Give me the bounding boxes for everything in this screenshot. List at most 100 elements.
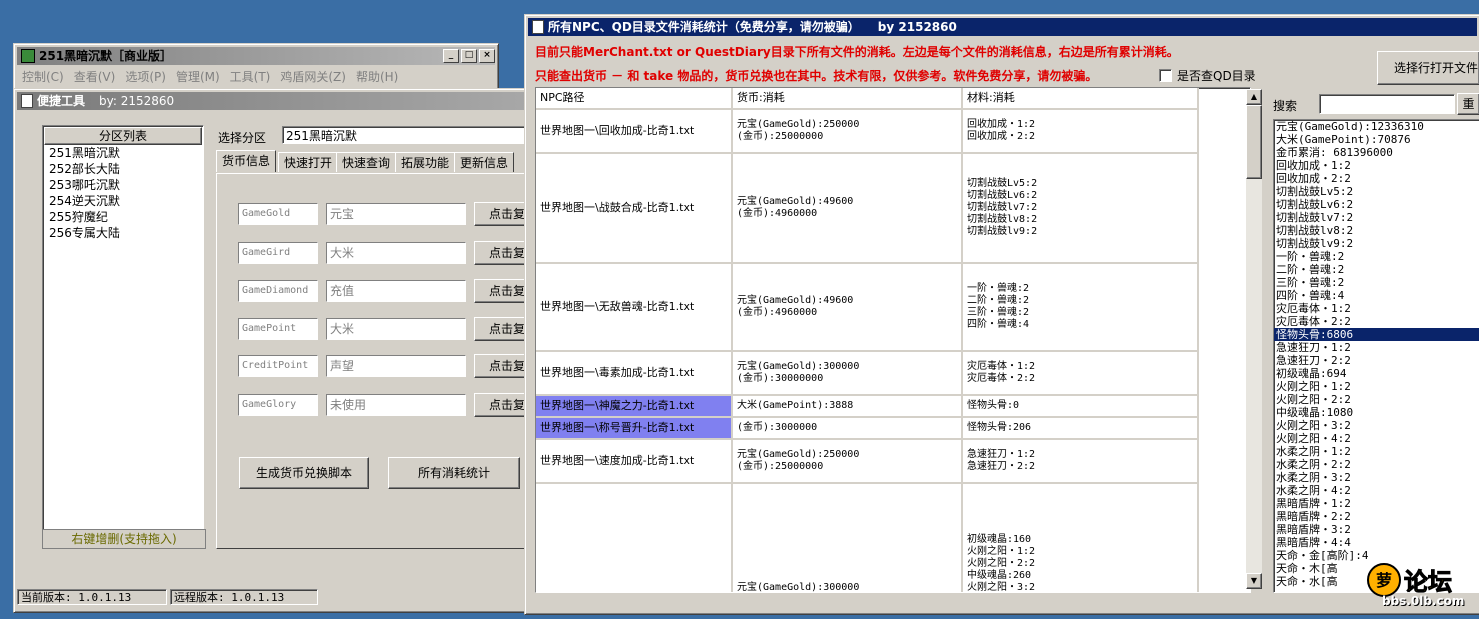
npc-path-cell[interactable]: 世界地图一\称号晋升-比奇1.txt	[536, 417, 733, 440]
generate-script-button[interactable]: 生成货币兑换脚本	[239, 457, 369, 489]
npc-path-cell[interactable]: 世界地图一\速度加成-比奇1.txt	[536, 439, 733, 484]
npc-path-cell[interactable]: 世界地图一\神魔之力-比奇1.txt	[536, 395, 733, 418]
table-row[interactable]: 世界地图一\毒素加成-比奇1.txt 元宝(GameGold):300000 (金币…	[536, 351, 1199, 396]
partition-item[interactable]: 255狩魔纪	[45, 209, 200, 225]
main-window-titlebar[interactable]: 251黑暗沉默［商业版］ _ □ ×	[17, 47, 495, 65]
tool-window-titlebar[interactable]: 便捷工具 by: 2152860	[17, 92, 531, 110]
menu-item[interactable]: 管理(M)	[176, 70, 220, 84]
close-icon[interactable]: ×	[479, 49, 495, 63]
currency-key-field[interactable]: GameGlory	[238, 394, 318, 416]
search-input[interactable]	[1319, 94, 1455, 114]
column-header[interactable]: NPC路径	[536, 88, 733, 110]
totals-item[interactable]: 二阶・兽魂:2	[1274, 263, 1479, 276]
currency-cell[interactable]: 元宝(GameGold):300000	[732, 483, 963, 592]
totals-item[interactable]: 黑暗盾牌・4:4	[1274, 536, 1479, 549]
npc-path-cell[interactable]: 世界地图一\战鼓合成-比奇1.txt	[536, 153, 733, 264]
totals-item[interactable]: 水柔之阴・4:2	[1274, 484, 1479, 497]
totals-item[interactable]: 急速狂刀・1:2	[1274, 341, 1479, 354]
currency-key-field[interactable]: GameGird	[238, 242, 318, 264]
partition-item[interactable]: 252部长大陆	[45, 161, 200, 177]
totals-item[interactable]: 水柔之阴・1:2	[1274, 445, 1479, 458]
table-row[interactable]: 世界地图一\战鼓合成-比奇1.txt 元宝(GameGold):49600 (金币)…	[536, 153, 1199, 264]
currency-value-field[interactable]: 声望	[326, 355, 466, 377]
currency-key-field[interactable]: GameGold	[238, 203, 318, 225]
totals-item[interactable]: 黑暗盾牌・3:2	[1274, 523, 1479, 536]
totals-item[interactable]: 初级魂晶:694	[1274, 367, 1479, 380]
totals-item[interactable]: 火刚之阳・3:2	[1274, 419, 1479, 432]
npc-path-cell[interactable]: 世界地图一\回收加成-比奇1.txt	[536, 109, 733, 154]
totals-item[interactable]: 三阶・兽魂:2	[1274, 276, 1479, 289]
totals-item[interactable]: 黑暗盾牌・2:2	[1274, 510, 1479, 523]
material-cell[interactable]: 回收加成・1:2 回收加成・2:2	[962, 109, 1199, 154]
totals-item[interactable]: 水柔之阴・3:2	[1274, 471, 1479, 484]
tab-currency[interactable]: 货币信息	[216, 150, 277, 172]
select-partition-input[interactable]: 251黑暗沉默	[282, 126, 530, 144]
totals-item[interactable]: 火刚之阳・1:2	[1274, 380, 1479, 393]
totals-item[interactable]: 急速狂刀・2:2	[1274, 354, 1479, 367]
totals-item[interactable]: 一阶・兽魂:2	[1274, 250, 1479, 263]
currency-value-field[interactable]: 元宝	[326, 203, 466, 225]
qd-checkbox[interactable]: 是否查QD目录	[1159, 67, 1256, 84]
totals-item[interactable]: 怪物头骨:6806	[1274, 328, 1479, 341]
partition-item[interactable]: 251黑暗沉默	[45, 145, 200, 161]
maximize-icon[interactable]: □	[461, 49, 477, 63]
stats-window-titlebar[interactable]: 所有NPC、QD目录文件消耗统计（免费分享，请勿被骗） by 2152860	[528, 18, 1477, 36]
totals-item[interactable]: 四阶・兽魂:4	[1274, 289, 1479, 302]
table-row[interactable]: 世界地图一\称号晋升-比奇1.txt (金币):3000000 怪物头骨:206	[536, 417, 1199, 440]
table-row[interactable]: 元宝(GameGold):300000 初级魂晶:160 火刚之阳・1:2 火刚之阳・…	[536, 483, 1199, 592]
totals-item[interactable]: 切割战鼓Lv6:2	[1274, 198, 1479, 211]
menu-item[interactable]: 鸡盾网关(Z)	[280, 70, 346, 84]
totals-item[interactable]: 切割战鼓Lv5:2	[1274, 185, 1479, 198]
currency-key-field[interactable]: GamePoint	[238, 318, 318, 340]
tab-quick-query[interactable]: 快速查询	[336, 152, 397, 172]
scroll-down-icon[interactable]: ▼	[1246, 573, 1262, 589]
table-row[interactable]: 世界地图一\无敌兽魂-比奇1.txt 元宝(GameGold):49600 (金币)…	[536, 263, 1199, 352]
material-cell[interactable]: 切割战鼓Lv5:2 切割战鼓Lv6:2 切割战鼓lv7:2 切割战鼓lv8:2 切割战鼓…	[962, 153, 1199, 264]
column-header[interactable]: 材料:消耗	[962, 88, 1199, 110]
currency-cell[interactable]: (金币):3000000	[732, 417, 963, 440]
npc-path-cell[interactable]	[536, 483, 733, 592]
menu-item[interactable]: 选项(P)	[125, 70, 166, 84]
totals-item[interactable]: 金币累消: 681396000	[1274, 146, 1479, 159]
menu-item[interactable]: 帮助(H)	[356, 70, 398, 84]
totals-item[interactable]: 水柔之阴・2:2	[1274, 458, 1479, 471]
all-stats-button[interactable]: 所有消耗统计	[388, 457, 520, 489]
stats-table[interactable]: NPC路径 货币:消耗 材料:消耗 世界地图一\回收加成-比奇1.txt 元宝(Game…	[535, 87, 1251, 593]
search-button[interactable]: 重	[1457, 93, 1479, 115]
scroll-up-icon[interactable]: ▲	[1246, 89, 1262, 105]
currency-key-field[interactable]: CreditPoint	[238, 355, 318, 377]
tab-quick-open[interactable]: 快速打开	[278, 152, 339, 172]
column-header[interactable]: 货币:消耗	[732, 88, 963, 110]
checkbox-box[interactable]	[1159, 69, 1172, 82]
npc-path-cell[interactable]: 世界地图一\无敌兽魂-比奇1.txt	[536, 263, 733, 352]
totals-item[interactable]: 黑暗盾牌・1:2	[1274, 497, 1479, 510]
totals-item[interactable]: 中级魂晶:1080	[1274, 406, 1479, 419]
table-scrollbar[interactable]: ▲ ▼	[1246, 89, 1262, 589]
npc-path-cell[interactable]: 世界地图一\毒素加成-比奇1.txt	[536, 351, 733, 396]
material-cell[interactable]: 怪物头骨:206	[962, 417, 1199, 440]
material-cell[interactable]: 急速狂刀・1:2 急速狂刀・2:2	[962, 439, 1199, 484]
open-file-button[interactable]: 选择行打开文件	[1377, 51, 1479, 85]
material-cell[interactable]: 灾厄毒体・1:2 灾厄毒体・2:2	[962, 351, 1199, 396]
currency-value-field[interactable]: 充值	[326, 280, 466, 302]
table-row[interactable]: 世界地图一\回收加成-比奇1.txt 元宝(GameGold):250000 (金币…	[536, 109, 1199, 154]
currency-value-field[interactable]: 大米	[326, 242, 466, 264]
totals-item[interactable]: 回收加成・2:2	[1274, 172, 1479, 185]
currency-cell[interactable]: 元宝(GameGold):250000 (金币):25000000	[732, 439, 963, 484]
totals-item[interactable]: 元宝(GameGold):12336310	[1274, 120, 1479, 133]
partition-item[interactable]: 253哪吒沉默	[45, 177, 200, 193]
partition-list-header[interactable]: 分区列表	[44, 127, 202, 145]
material-cell[interactable]: 怪物头骨:0	[962, 395, 1199, 418]
totals-item[interactable]: 切割战鼓lv9:2	[1274, 237, 1479, 250]
currency-cell[interactable]: 元宝(GameGold):49600 (金币):4960000	[732, 263, 963, 352]
totals-item[interactable]: 火刚之阳・4:2	[1274, 432, 1479, 445]
totals-item[interactable]: 切割战鼓lv8:2	[1274, 224, 1479, 237]
tab-extensions[interactable]: 拓展功能	[395, 152, 456, 172]
scroll-thumb[interactable]	[1246, 105, 1262, 179]
totals-item[interactable]: 火刚之阳・2:2	[1274, 393, 1479, 406]
totals-list[interactable]: 元宝(GameGold):12336310 大米(GamePoint):70876…	[1273, 119, 1479, 593]
currency-value-field[interactable]: 大米	[326, 318, 466, 340]
currency-value-field[interactable]: 未使用	[326, 394, 466, 416]
totals-item[interactable]: 灾厄毒体・1:2	[1274, 302, 1479, 315]
minimize-icon[interactable]: _	[443, 49, 459, 63]
